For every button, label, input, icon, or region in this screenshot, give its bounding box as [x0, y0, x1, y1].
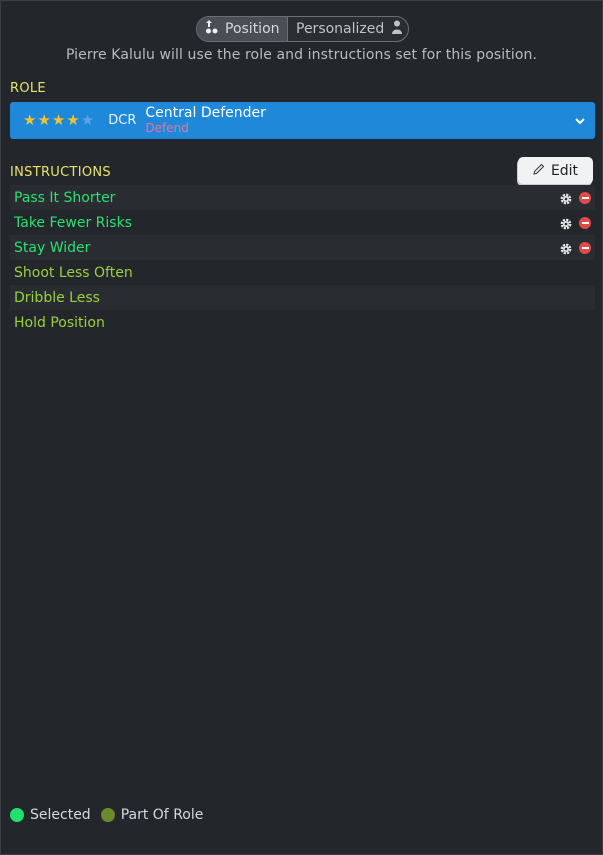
- role-duty: Defend: [145, 120, 189, 135]
- instruction-actions: [559, 216, 591, 230]
- person-icon: [392, 20, 403, 38]
- instruction-row[interactable]: Hold Position: [10, 310, 595, 335]
- part-of-role-dot-icon: [100, 808, 115, 822]
- instruction-label: Stay Wider: [14, 239, 91, 256]
- remove-icon[interactable]: [579, 241, 591, 254]
- star-icon: ★: [23, 111, 37, 129]
- toggle-personalized[interactable]: Personalized: [288, 17, 408, 41]
- instruction-actions: [559, 191, 591, 205]
- instruction-label: Pass It Shorter: [14, 189, 116, 206]
- toggle-position-label: Position: [225, 21, 280, 37]
- role-position-code: DCR: [108, 113, 137, 128]
- instructions-section-label: INSTRUCTIONS: [10, 165, 111, 180]
- position-icon: [205, 19, 219, 39]
- role-name: Central Defender: [145, 104, 266, 121]
- instruction-row[interactable]: Dribble Less: [10, 285, 595, 310]
- role-select[interactable]: ★ ★ ★ ★ ★ DCR Central Defender Defend: [10, 102, 595, 139]
- edit-button-label: Edit: [550, 162, 579, 179]
- instruction-row[interactable]: Shoot Less Often: [10, 260, 595, 285]
- toggle-personalized-label: Personalized: [296, 21, 385, 37]
- gear-icon[interactable]: [559, 191, 573, 205]
- edit-button[interactable]: Edit: [518, 157, 593, 184]
- role-rating: ★ ★ ★ ★ ★: [23, 113, 94, 128]
- pencil-icon: [533, 163, 545, 179]
- star-icon: ★: [66, 111, 80, 129]
- chevron-down-icon: [573, 113, 587, 127]
- legend-role-label: Part Of Role: [120, 807, 204, 823]
- instruction-label: Take Fewer Risks: [14, 214, 132, 231]
- star-icon: ★: [37, 111, 51, 129]
- instruction-row[interactable]: Pass It Shorter: [10, 185, 595, 210]
- instruction-row[interactable]: Take Fewer Risks: [10, 210, 595, 235]
- instruction-list: Pass It Shorter Take Fewer Risks Stay Wide…: [10, 185, 595, 335]
- legend: Selected Part Of Role: [10, 807, 213, 823]
- view-toggle: Position Personalized: [196, 16, 409, 42]
- remove-icon[interactable]: [579, 191, 591, 204]
- instruction-row[interactable]: Stay Wider: [10, 235, 595, 260]
- selected-dot-icon: [10, 808, 24, 822]
- legend-selected-label: Selected: [30, 807, 91, 823]
- instruction-label: Shoot Less Often: [14, 264, 133, 281]
- instruction-label: Hold Position: [14, 314, 105, 331]
- star-icon: ★: [51, 111, 66, 129]
- toggle-position[interactable]: Position: [197, 17, 288, 41]
- instruction-actions: [559, 241, 591, 255]
- position-description: Pierre Kalulu will use the role and inst…: [65, 47, 538, 63]
- legend-part-of-role: Part Of Role: [100, 807, 204, 823]
- remove-icon[interactable]: [579, 216, 591, 229]
- gear-icon[interactable]: [559, 216, 573, 230]
- legend-selected: Selected: [10, 807, 91, 823]
- gear-icon[interactable]: [559, 241, 573, 255]
- star-icon: ★: [80, 111, 95, 129]
- instruction-label: Dribble Less: [14, 289, 100, 306]
- role-section-label: ROLE: [10, 81, 46, 96]
